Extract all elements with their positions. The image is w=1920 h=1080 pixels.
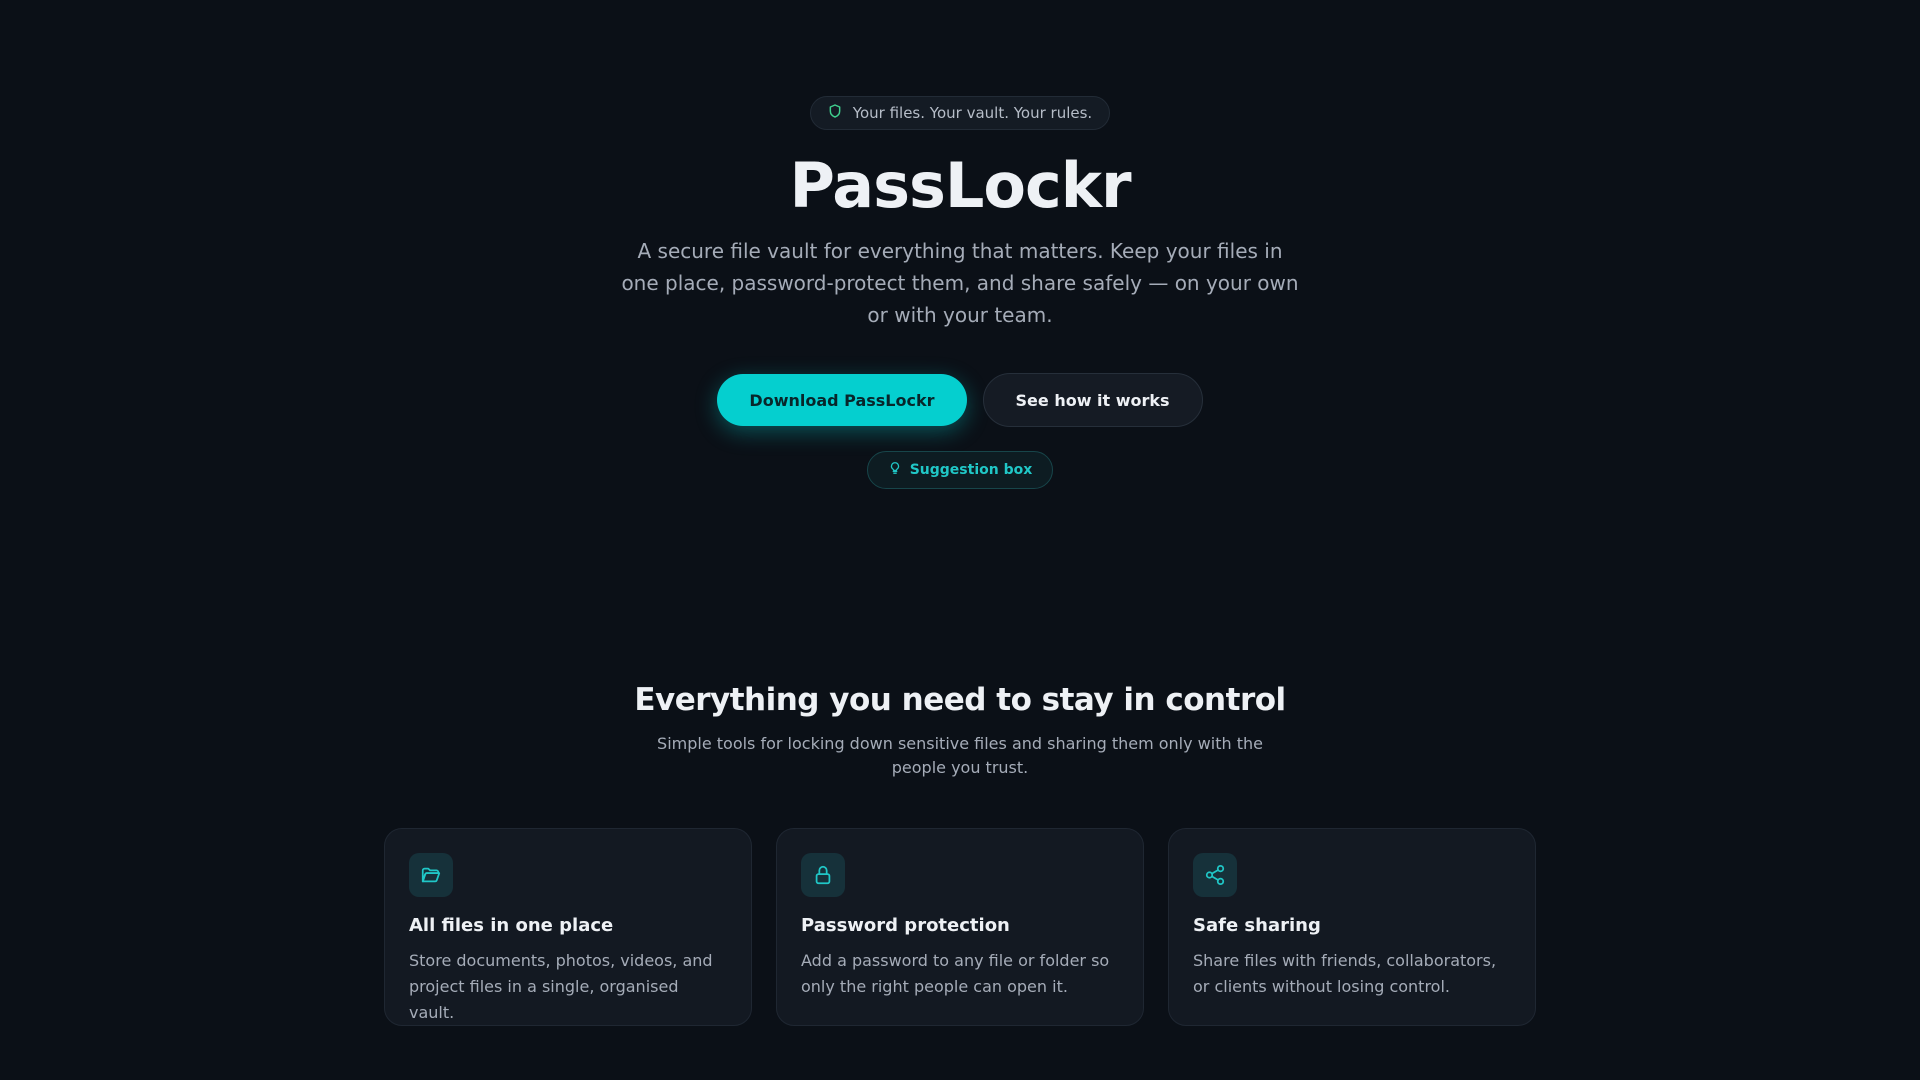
suggestion-box-button[interactable]: Suggestion box [866, 451, 1054, 490]
feature-description: Add a password to any file or folder so … [801, 951, 1110, 996]
shield-icon [827, 103, 843, 123]
suggestion-box-label: Suggestion box [909, 462, 1033, 479]
see-how-it-works-button[interactable]: See how it works [982, 373, 1203, 428]
hero-section: Your files. Your vault. Your rules. Pass… [0, 96, 1920, 490]
feature-card-safe-sharing: Safe sharing Share files with friends, c… [1168, 828, 1536, 1026]
share-icon [1193, 853, 1237, 897]
hero-subtitle: A secure file vault for everything that … [621, 239, 1299, 328]
landing-page: Your files. Your vault. Your rules. Pass… [0, 0, 1920, 1080]
tagline-text: Your files. Your vault. Your rules. [852, 104, 1093, 122]
feature-description: Store documents, photos, videos, and pro… [409, 951, 713, 1022]
feature-card-all-files: All files in one place Store documents, … [384, 828, 752, 1026]
feature-card-password-protection: Password protection Add a password to an… [776, 828, 1144, 1026]
features-heading: Everything you need to stay in control [634, 682, 1286, 718]
lock-icon [801, 853, 845, 897]
folder-open-icon [409, 853, 453, 897]
features-section: Everything you need to stay in control S… [0, 682, 1920, 1026]
features-lead: Simple tools for locking down sensitive … [657, 734, 1263, 777]
feature-title: Password protection [801, 915, 1010, 936]
feature-title: Safe sharing [1193, 915, 1321, 936]
cta-row: Download PassLockr See how it works [717, 373, 1203, 428]
page-title: PassLockr [789, 149, 1131, 222]
feature-description: Share files with friends, collaborators,… [1193, 951, 1497, 996]
feature-cards: All files in one place Store documents, … [384, 828, 1536, 1026]
tagline-pill: Your files. Your vault. Your rules. [809, 96, 1111, 130]
feature-title: All files in one place [409, 915, 614, 936]
lightbulb-icon [888, 461, 902, 479]
download-button[interactable]: Download PassLockr [717, 374, 967, 427]
